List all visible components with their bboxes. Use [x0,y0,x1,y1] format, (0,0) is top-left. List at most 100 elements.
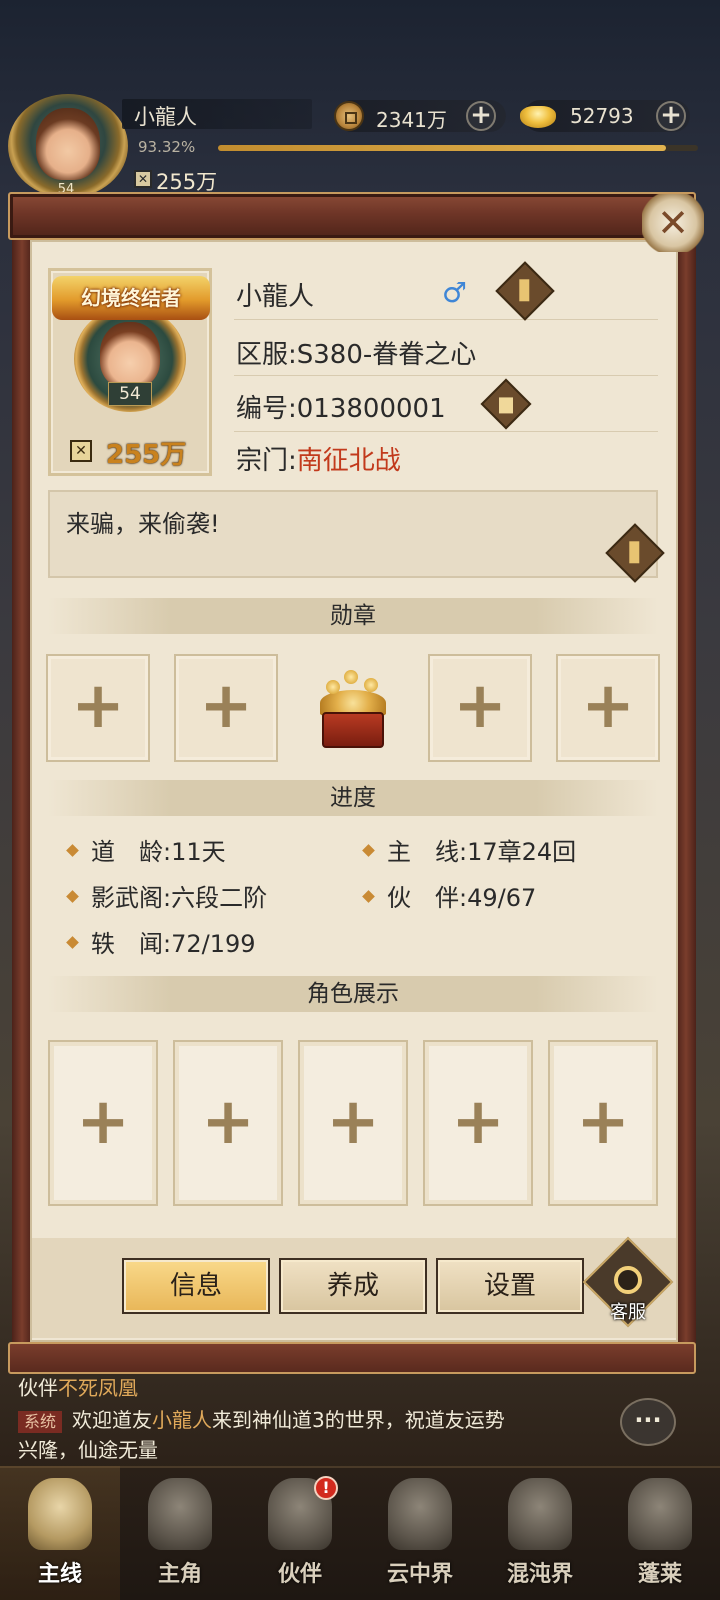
exp-bar-fill [218,145,666,151]
progress-label: 影武阁: [91,884,172,912]
pavilion-icon [388,1478,452,1550]
customer-service-label: 客服 [610,1302,646,1323]
progress-item-anecdotes: 轶 闻:72/199 [66,924,256,959]
progress-label: 伙 伴: [387,884,468,912]
gold-amount: 52793 [570,104,634,128]
exp-bar [218,145,698,151]
nav-label: 蓬莱 [637,1562,682,1587]
progress-value: 49/67 [467,884,537,912]
chat-text: 来到神仙道3的世界，祝道友运势 [212,1408,505,1432]
progress-item-mainline: 主 线:17章24回 [362,832,577,867]
portrait-level: 54 [108,382,152,406]
progress-value: 11天 [171,838,226,866]
medal-slot-3[interactable]: + [428,654,532,762]
nav-chaos-realm[interactable]: 混沌界 [480,1466,600,1600]
progress-value: 17章24回 [467,838,577,866]
server-info: 区服:S380-眷眷之心 [236,334,476,371]
alert-badge: ! [314,1476,338,1500]
chat-line-2: 系统 欢迎道友小龍人来到神仙道3的世界，祝道友运势 [18,1404,505,1433]
copper-amount: 2341万 [376,108,447,132]
crossed-swords-icon [28,1478,92,1550]
title-badge: 幻境终结者 [52,276,210,320]
progress-value: 六段二阶 [171,884,268,912]
player-name: 小龍人 [134,105,197,129]
bullet-icon [66,889,79,903]
add-icon: + [451,1085,505,1159]
chat-bubble-button[interactable]: ··· [620,1398,676,1446]
portrait-power: 255万 [106,440,187,470]
nav-label: 伙伴 [277,1562,322,1587]
nav-label: 混沌界 [506,1562,573,1587]
showcase-slot-1[interactable]: + [48,1040,158,1206]
nav-main-quest[interactable]: 主线 [0,1466,120,1600]
id-label: 编号: [236,394,297,424]
nav-cloud-realm[interactable]: 云中界 [360,1466,480,1600]
add-icon: + [76,1085,130,1159]
add-icon: + [201,1085,255,1159]
hero-icon [148,1478,212,1550]
dialog-frame-top [8,192,696,240]
tab-settings[interactable]: 设置 [436,1258,584,1314]
progress-value: 72/199 [171,930,256,958]
system-tag: 系统 [18,1410,63,1433]
power-icon: ✕ [70,440,92,462]
chat-player-name[interactable]: 小龍人 [152,1408,212,1432]
add-icon: + [581,669,635,743]
server-value: S380-眷眷之心 [296,340,477,370]
add-gold-button[interactable]: + [656,101,686,131]
showcase-title: 角色展示 [307,981,399,1007]
headset-icon [614,1266,642,1294]
id-value: 013800001 [296,394,446,424]
dialog-frame-right [676,238,696,1350]
bullet-icon [66,935,79,949]
bullet-icon [362,889,375,903]
immortal-icon [628,1478,692,1550]
chat-highlight[interactable]: 不死凤凰 [58,1376,138,1400]
showcase-slot-3[interactable]: + [298,1040,408,1206]
sect-label: 宗门: [236,446,297,476]
medal-slot-4[interactable]: + [556,654,660,762]
progress-title: 进度 [330,785,376,811]
nav-hero[interactable]: 主角 [120,1466,240,1600]
dialog-frame-bottom [8,1342,696,1374]
showcase-slot-5[interactable]: + [548,1040,658,1206]
add-copper-button[interactable]: + [466,101,496,131]
copper-coin-icon [334,101,364,131]
nav-partners[interactable]: ! 伙伴 [240,1466,360,1600]
close-button[interactable]: ✕ [642,194,704,252]
chat-line-3: 兴隆，仙途无量 [18,1438,158,1462]
server-label: 区服: [236,340,297,370]
add-icon: + [71,669,125,743]
progress-item-age: 道 龄:11天 [66,832,226,867]
chat-line-1: 伙伴不死凤凰 [18,1372,138,1401]
chat-text: 伙伴 [18,1376,58,1400]
add-icon: + [453,669,507,743]
dialog-frame-left [12,238,32,1350]
treasure-chest-icon[interactable] [314,668,392,750]
showcase-slot-4[interactable]: + [423,1040,533,1206]
power-icon: ✕ [134,170,152,188]
showcase-slot-2[interactable]: + [173,1040,283,1206]
signature-text: 来骗，来偷袭! [66,510,220,538]
bullet-icon [362,843,375,857]
id-info: 编号:013800001 [236,388,446,425]
profile-name: 小龍人 [236,282,315,312]
chat-text: 欢迎道友 [72,1408,153,1432]
nav-label: 主线 [37,1562,82,1587]
coin-icon [326,680,340,694]
nav-penglai[interactable]: 蓬莱 [600,1466,720,1600]
nav-label: 主角 [157,1562,202,1587]
progress-label: 道 龄: [91,838,172,866]
progress-label: 轶 闻: [91,930,172,958]
tab-info[interactable]: 信息 [122,1258,270,1314]
nav-label: 云中界 [386,1562,453,1587]
medals-title: 勋章 [330,603,376,629]
tab-develop[interactable]: 养成 [279,1258,427,1314]
coin-icon [364,678,378,692]
player-avatar[interactable] [36,108,100,180]
sect-value[interactable]: 南征北战 [297,446,401,476]
progress-label: 主 线: [387,838,468,866]
medal-slot-1[interactable]: + [46,654,150,762]
medal-slot-2[interactable]: + [174,654,278,762]
progress-item-partners: 伙 伴:49/67 [362,878,537,913]
